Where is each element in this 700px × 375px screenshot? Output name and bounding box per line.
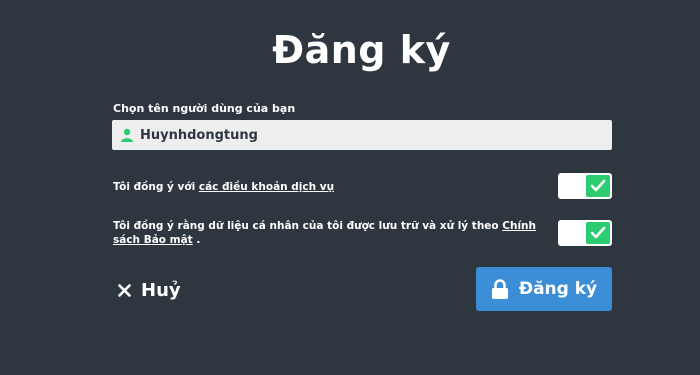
page-title: Đăng ký bbox=[272, 28, 451, 72]
privacy-agreement-text: Tôi đồng ý rằng dữ liệu cá nhân của tôi … bbox=[113, 219, 553, 247]
privacy-prefix: Tôi đồng ý rằng dữ liệu cá nhân của tôi … bbox=[113, 220, 503, 232]
toggle-knob bbox=[586, 175, 610, 197]
register-label: Đăng ký bbox=[518, 279, 598, 299]
username-label: Chọn tên người dùng của bạn bbox=[113, 102, 296, 115]
check-icon bbox=[590, 226, 606, 239]
privacy-suffix: . bbox=[192, 234, 201, 246]
username-field-container[interactable] bbox=[112, 120, 612, 150]
close-icon bbox=[118, 283, 131, 297]
user-icon bbox=[121, 128, 133, 142]
privacy-toggle[interactable] bbox=[558, 220, 612, 246]
terms-prefix: Tôi đồng ý với bbox=[113, 181, 199, 193]
username-input[interactable] bbox=[140, 127, 600, 143]
lock-icon bbox=[491, 278, 508, 299]
cancel-button[interactable]: Huỷ bbox=[118, 272, 181, 308]
register-button[interactable]: Đăng ký bbox=[476, 267, 612, 311]
cancel-label: Huỷ bbox=[141, 279, 181, 301]
terms-of-service-link[interactable]: các điều khoản dịch vụ bbox=[199, 181, 334, 193]
terms-agreement-text: Tôi đồng ý với các điều khoản dịch vụ bbox=[113, 180, 533, 194]
toggle-knob bbox=[586, 222, 610, 244]
check-icon bbox=[590, 179, 606, 192]
terms-toggle[interactable] bbox=[558, 173, 612, 199]
